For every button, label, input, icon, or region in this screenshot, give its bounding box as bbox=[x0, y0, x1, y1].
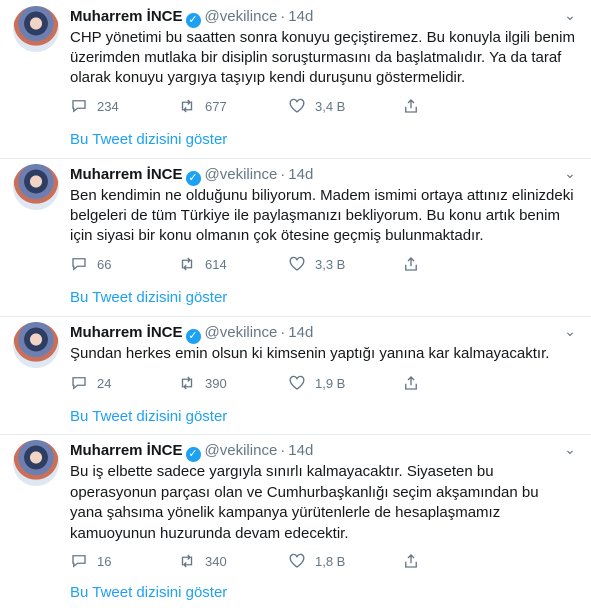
avatar[interactable] bbox=[13, 440, 59, 486]
retweet-icon bbox=[181, 99, 193, 113]
tweet-text: Şundan herkes emin olsun ki kimsenin yap… bbox=[70, 345, 550, 362]
retweet-button[interactable]: 390 bbox=[178, 373, 227, 393]
retweet-count: 340 bbox=[205, 553, 227, 569]
author-handle[interactable]: @vekilince bbox=[205, 166, 278, 183]
retweet-button[interactable]: 614 bbox=[178, 254, 227, 274]
retweet-icon bbox=[181, 257, 193, 271]
show-thread-link[interactable]: Bu Tweet dizisini göster bbox=[70, 584, 227, 601]
separator-dot: · bbox=[280, 166, 286, 183]
tweet-header: Muharrem İNCE ✓ @vekilince · 14d bbox=[70, 165, 313, 186]
reply-icon bbox=[72, 258, 86, 271]
avatar[interactable] bbox=[13, 164, 59, 210]
show-thread-link[interactable]: Bu Tweet dizisini göster bbox=[70, 131, 227, 148]
reply-count: 24 bbox=[97, 375, 112, 391]
share-icon bbox=[405, 257, 417, 271]
reply-count: 16 bbox=[97, 553, 112, 569]
share-button[interactable] bbox=[402, 254, 420, 274]
reply-icon bbox=[72, 377, 86, 390]
tweet-actions: 234 677 3,4 B bbox=[70, 96, 510, 116]
share-button[interactable] bbox=[402, 96, 420, 116]
like-count: 3,3 B bbox=[315, 256, 346, 272]
separator-dot: · bbox=[280, 8, 286, 25]
heart-icon bbox=[289, 375, 305, 390]
like-button[interactable]: 3,4 B bbox=[288, 96, 345, 116]
tweet-card[interactable]: Muharrem İNCE ✓ @vekilince · 14d ⌄ CHP yönet… bbox=[0, 0, 591, 159]
tweet-card[interactable]: Muharrem İNCE ✓ @vekilince · 14d ⌄ Şundan he… bbox=[0, 316, 591, 435]
share-button[interactable] bbox=[402, 373, 420, 393]
share-icon bbox=[405, 99, 417, 113]
share-icon bbox=[405, 376, 417, 390]
tweet-text: CHP yönetimi bu saatten sonra konuyu geç… bbox=[70, 29, 575, 86]
heart-icon bbox=[289, 553, 305, 568]
author-name[interactable]: Muharrem İNCE bbox=[70, 324, 183, 341]
like-count: 1,8 B bbox=[315, 553, 346, 569]
tweet-header: Muharrem İNCE ✓ @vekilince · 14d bbox=[70, 441, 313, 462]
reply-button[interactable]: 24 bbox=[70, 373, 111, 393]
reply-button[interactable]: 234 bbox=[70, 96, 119, 116]
author-handle[interactable]: @vekilince bbox=[205, 442, 278, 459]
avatar[interactable] bbox=[13, 322, 59, 368]
chevron-down-icon[interactable]: ⌄ bbox=[561, 323, 579, 341]
chevron-down-icon[interactable]: ⌄ bbox=[561, 441, 579, 459]
share-icon bbox=[405, 554, 417, 568]
reply-count: 66 bbox=[97, 256, 112, 272]
reply-icon bbox=[72, 555, 86, 568]
tweet-time[interactable]: 14d bbox=[288, 8, 313, 25]
retweet-icon bbox=[181, 554, 193, 568]
tweet-time[interactable]: 14d bbox=[288, 324, 313, 341]
author-handle[interactable]: @vekilince bbox=[205, 8, 278, 25]
share-button[interactable] bbox=[402, 551, 420, 571]
reply-count: 234 bbox=[97, 98, 119, 114]
author-name[interactable]: Muharrem İNCE bbox=[70, 8, 183, 25]
chevron-down-icon[interactable]: ⌄ bbox=[561, 7, 579, 25]
author-name[interactable]: Muharrem İNCE bbox=[70, 166, 183, 183]
reply-button[interactable]: 16 bbox=[70, 551, 111, 571]
tweet-text: Bu iş elbette sadece yargıyla sınırlı ka… bbox=[70, 463, 539, 542]
like-count: 3,4 B bbox=[315, 98, 346, 114]
tweet-time[interactable]: 14d bbox=[288, 166, 313, 183]
reply-button[interactable]: 66 bbox=[70, 254, 111, 274]
tweet-card[interactable]: Muharrem İNCE ✓ @vekilince · 14d ⌄ Bu iş elb… bbox=[0, 434, 591, 608]
heart-icon bbox=[289, 256, 305, 271]
tweet-header: Muharrem İNCE ✓ @vekilince · 14d bbox=[70, 7, 313, 28]
verified-badge-icon: ✓ bbox=[185, 13, 201, 28]
tweet-header: Muharrem İNCE ✓ @vekilince · 14d bbox=[70, 323, 313, 344]
show-thread-link[interactable]: Bu Tweet dizisini göster bbox=[70, 289, 227, 306]
retweet-count: 614 bbox=[205, 256, 227, 272]
avatar[interactable] bbox=[13, 6, 59, 52]
tweet-actions: 16 340 1,8 B bbox=[70, 551, 510, 571]
retweet-icon bbox=[181, 376, 193, 390]
like-count: 1,9 B bbox=[315, 375, 346, 391]
show-thread-link[interactable]: Bu Tweet dizisini göster bbox=[70, 408, 227, 425]
tweet-text: Ben kendimin ne olduğunu biliyorum. Made… bbox=[70, 187, 574, 244]
retweet-button[interactable]: 340 bbox=[178, 551, 227, 571]
heart-icon bbox=[289, 98, 305, 113]
separator-dot: · bbox=[280, 442, 286, 459]
like-button[interactable]: 1,8 B bbox=[288, 551, 345, 571]
retweet-button[interactable]: 677 bbox=[178, 96, 227, 116]
retweet-count: 390 bbox=[205, 375, 227, 391]
chevron-down-icon[interactable]: ⌄ bbox=[561, 165, 579, 183]
tweet-card[interactable]: Muharrem İNCE ✓ @vekilince · 14d ⌄ Ben kendi… bbox=[0, 158, 591, 317]
tweet-time[interactable]: 14d bbox=[288, 442, 313, 459]
retweet-count: 677 bbox=[205, 98, 227, 114]
like-button[interactable]: 3,3 B bbox=[288, 254, 345, 274]
author-name[interactable]: Muharrem İNCE bbox=[70, 442, 183, 459]
tweet-actions: 66 614 3,3 B bbox=[70, 254, 510, 274]
verified-badge-icon: ✓ bbox=[185, 329, 201, 344]
reply-icon bbox=[72, 100, 86, 113]
tweet-actions: 24 390 1,9 B bbox=[70, 373, 510, 393]
author-handle[interactable]: @vekilince bbox=[205, 324, 278, 341]
verified-badge-icon: ✓ bbox=[185, 171, 201, 186]
verified-badge-icon: ✓ bbox=[185, 447, 201, 462]
separator-dot: · bbox=[280, 324, 286, 341]
like-button[interactable]: 1,9 B bbox=[288, 373, 345, 393]
